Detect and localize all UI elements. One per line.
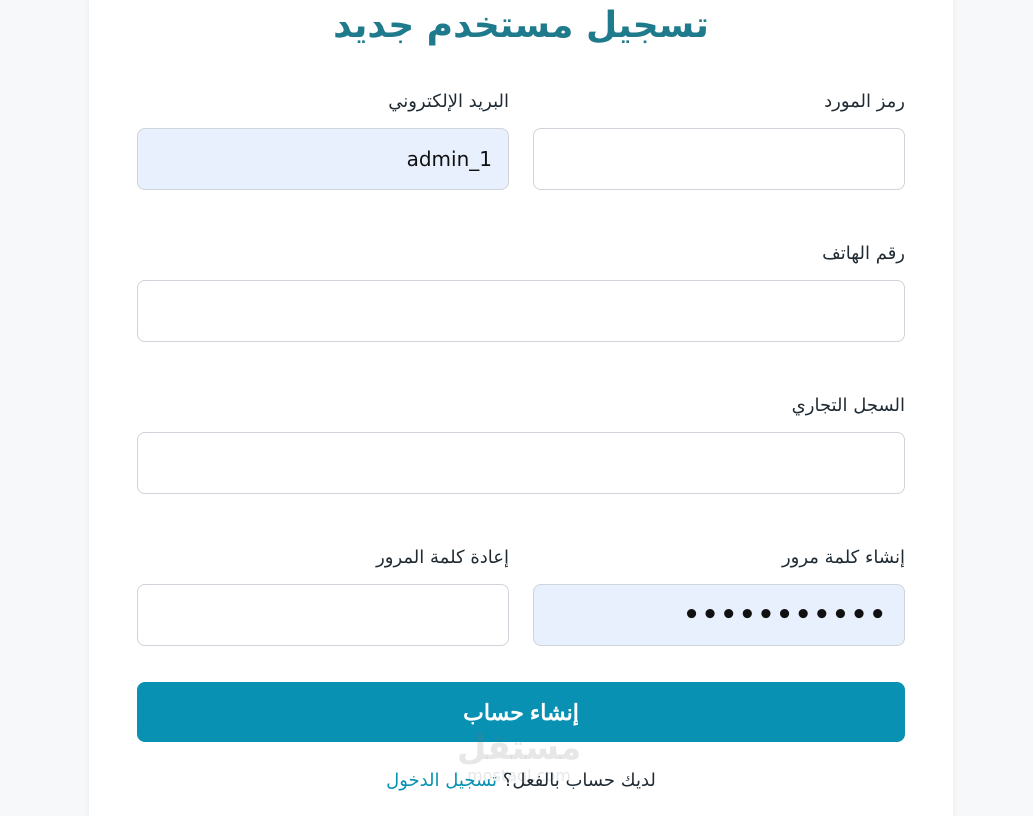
phone-label: رقم الهاتف xyxy=(822,243,905,264)
email-input[interactable]: admin_1 xyxy=(137,128,509,190)
phone-input[interactable] xyxy=(137,280,905,342)
confirm-password-input[interactable] xyxy=(137,584,509,646)
create-password-label: إنشاء كلمة مرور xyxy=(781,547,905,568)
commercial-register-input[interactable] xyxy=(137,432,905,494)
registration-card: تسجيل مستخدم جديد رمز المورد البريد الإل… xyxy=(89,0,953,816)
create-account-button[interactable]: إنشاء حساب xyxy=(137,682,905,742)
create-password-input[interactable]: ••••••••••• xyxy=(533,584,905,646)
supplier-code-label: رمز المورد xyxy=(824,91,905,112)
email-label: البريد الإلكتروني xyxy=(388,91,509,112)
login-link[interactable]: تسجيل الدخول xyxy=(386,770,497,791)
supplier-code-input[interactable] xyxy=(533,128,905,190)
login-prompt-text: لديك حساب بالفعل؟ xyxy=(502,770,656,791)
confirm-password-label: إعادة كلمة المرور xyxy=(376,547,509,568)
commercial-register-label: السجل التجاري xyxy=(791,395,905,416)
page-title: تسجيل مستخدم جديد xyxy=(333,5,709,46)
login-prompt: لديك حساب بالفعل؟ تسجيل الدخول xyxy=(89,768,953,794)
